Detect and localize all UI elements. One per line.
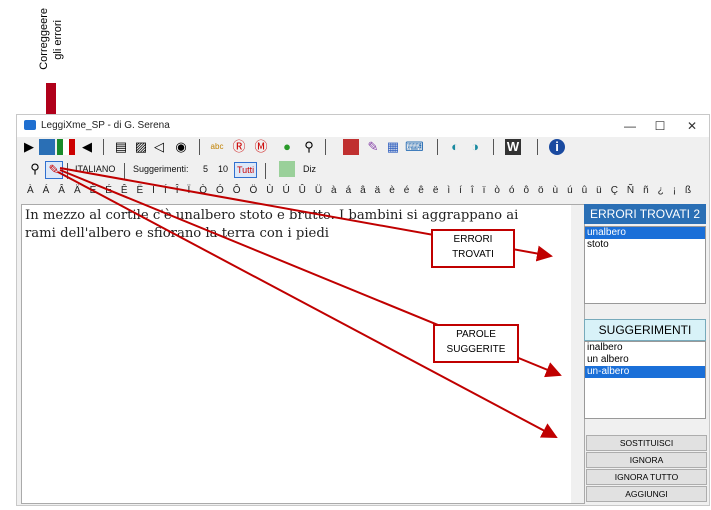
suggestions-callout: PAROLE SUGGERITE xyxy=(433,324,519,363)
errors-callout-text: ERRORI TROVATI xyxy=(452,234,494,260)
suggestions-callout-text: PAROLE SUGGERITE xyxy=(446,329,506,355)
errors-callout: ERRORI TROVATI xyxy=(431,229,515,268)
annotation-arrows xyxy=(57,167,562,438)
